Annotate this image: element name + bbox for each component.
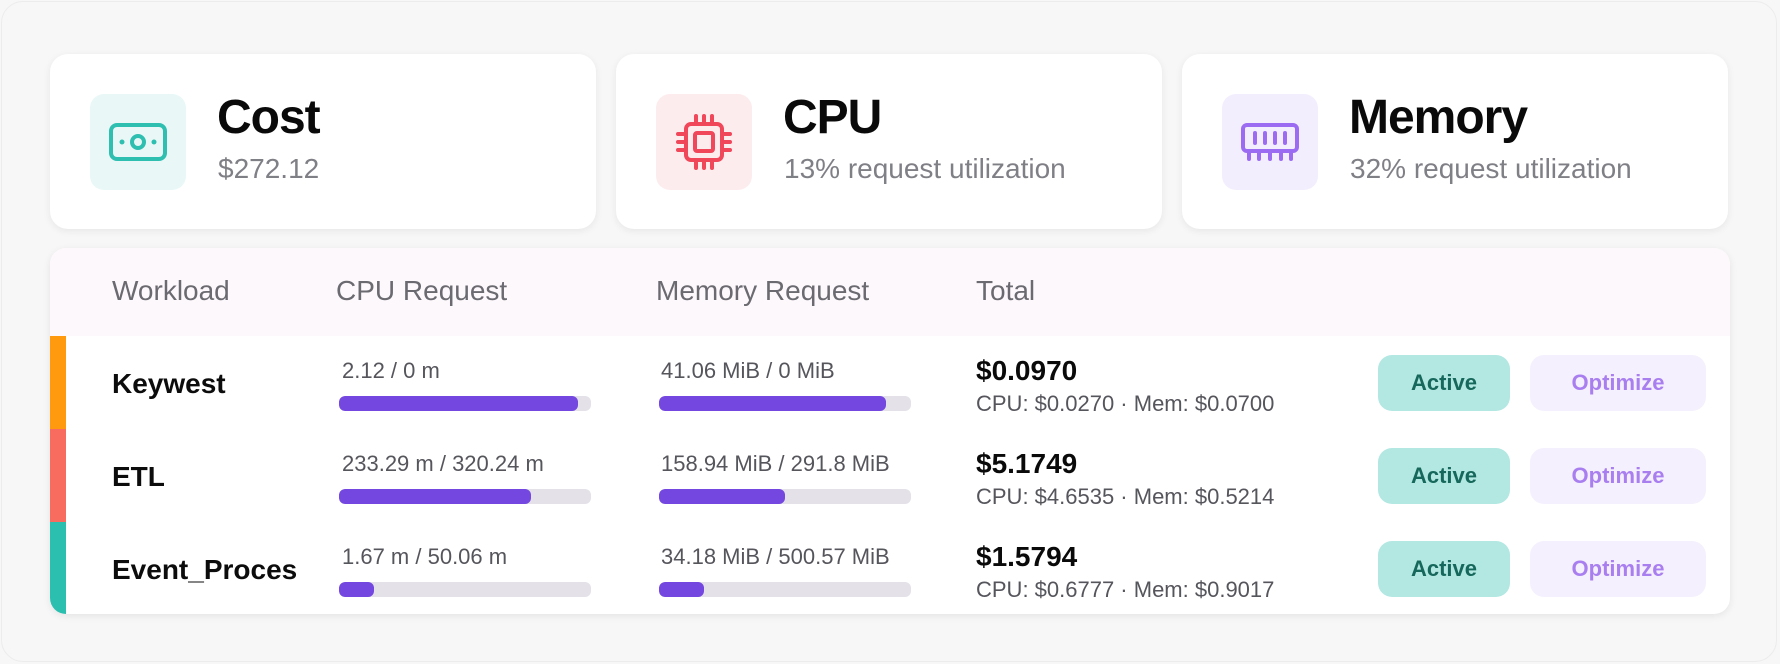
table-row: Event_Proces 1.67 m / 50.06 m 34.18 MiB … (50, 522, 1730, 614)
memory-request-bar (659, 396, 911, 411)
cpu-card: CPU 13% request utilization (616, 54, 1162, 229)
cost-icon-box (90, 94, 186, 190)
workload-name[interactable]: Event_Proces (112, 554, 297, 586)
memory-request-bar (659, 582, 911, 597)
cost-title: Cost (217, 91, 321, 144)
memory-title: Memory (1349, 91, 1528, 144)
header-cpu-request[interactable]: CPU Request (336, 275, 507, 307)
memory-card: Memory 32% request utilization (1182, 54, 1728, 229)
memory-icon-box (1222, 94, 1318, 190)
table-header: Workload CPU Request Memory Request Tota… (50, 248, 1730, 336)
cost-value: $272.12 (218, 153, 320, 184)
memory-request-label: 41.06 MiB / 0 MiB (661, 358, 835, 383)
memory-request-fill (659, 396, 886, 411)
cpu-icon-box (656, 94, 752, 190)
status-active-button[interactable]: Active (1378, 355, 1510, 411)
cpu-request-label: 1.67 m / 50.06 m (342, 544, 508, 569)
cost-breakdown: CPU: $4.6535 · Mem: $0.5214 (976, 484, 1275, 509)
header-workload[interactable]: Workload (112, 275, 230, 307)
memory-request-label: 34.18 MiB / 500.57 MiB (661, 544, 890, 569)
cpu-chip-icon (676, 114, 732, 170)
cpu-request-bar (339, 489, 591, 504)
cpu-utilization: 13% request utilization (784, 153, 1066, 184)
total-cost: $0.0970 (976, 355, 1078, 386)
cpu-request-bar (339, 396, 591, 411)
cpu-request-fill (339, 489, 531, 504)
memory-request-label: 158.94 MiB / 291.8 MiB (661, 451, 890, 476)
workload-name[interactable]: Keywest (112, 368, 226, 400)
header-memory-request[interactable]: Memory Request (656, 275, 869, 307)
optimize-button[interactable]: Optimize (1530, 355, 1706, 411)
cost-card: Cost $272.12 (50, 54, 596, 229)
header-total[interactable]: Total (976, 275, 1035, 307)
money-bill-icon (109, 123, 167, 161)
table-row: ETL 233.29 m / 320.24 m 158.94 MiB / 291… (50, 429, 1730, 522)
row-color-stripe (50, 522, 66, 614)
workload-name[interactable]: ETL (112, 461, 165, 493)
cpu-request-label: 2.12 / 0 m (342, 358, 440, 383)
cpu-request-fill (339, 396, 579, 411)
cost-breakdown: CPU: $0.0270 · Mem: $0.0700 (976, 391, 1275, 416)
memory-request-fill (659, 489, 785, 504)
cpu-request-bar (339, 582, 591, 597)
total-cost: $1.5794 (976, 541, 1078, 572)
total-cost: $5.1749 (976, 448, 1078, 479)
workload-table: Workload CPU Request Memory Request Tota… (50, 248, 1730, 614)
cost-breakdown: CPU: $0.6777 · Mem: $0.9017 (976, 577, 1275, 602)
row-color-stripe (50, 336, 66, 429)
table-row: Keywest 2.12 / 0 m 41.06 MiB / 0 MiB $0.… (50, 336, 1730, 429)
cpu-title: CPU (783, 91, 882, 144)
memory-utilization: 32% request utilization (1350, 153, 1632, 184)
status-active-button[interactable]: Active (1378, 448, 1510, 504)
memory-request-bar (659, 489, 911, 504)
optimize-button[interactable]: Optimize (1530, 448, 1706, 504)
memory-module-icon (1241, 123, 1299, 161)
optimize-button[interactable]: Optimize (1530, 541, 1706, 597)
cpu-request-label: 233.29 m / 320.24 m (342, 451, 544, 476)
row-color-stripe (50, 429, 66, 522)
cpu-request-fill (339, 582, 375, 597)
status-active-button[interactable]: Active (1378, 541, 1510, 597)
memory-request-fill (659, 582, 705, 597)
